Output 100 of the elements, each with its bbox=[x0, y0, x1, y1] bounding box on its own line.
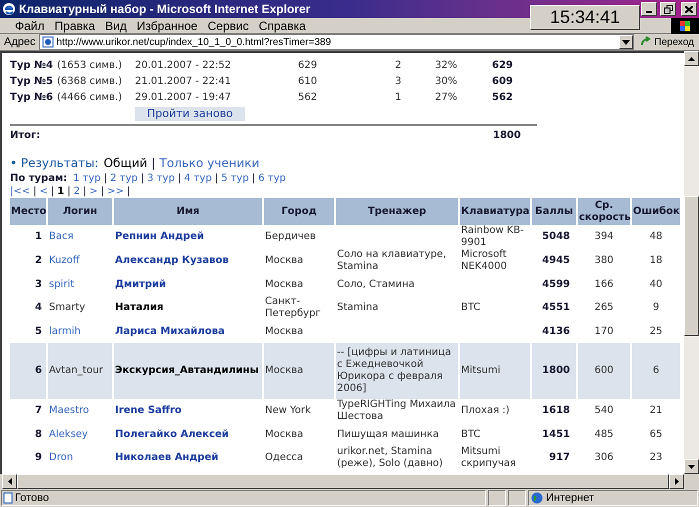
column-header[interactable]: Город bbox=[264, 198, 334, 225]
vertical-scrollbar[interactable] bbox=[684, 51, 699, 474]
table-cell: 23 bbox=[650, 452, 662, 463]
table-cell-text: 3 bbox=[395, 74, 402, 88]
table-cell: 5 bbox=[35, 326, 42, 336]
by-tour-label: По турам: bbox=[10, 172, 68, 186]
name-link[interactable]: Полегайко Алексей bbox=[115, 428, 229, 440]
table-cell: New York bbox=[265, 405, 311, 416]
separator: | bbox=[104, 172, 108, 186]
tour-chars: (4466 симв.) bbox=[56, 92, 122, 102]
tour-link[interactable]: 3 тур bbox=[147, 171, 175, 186]
table-cell: Mitsumi скрипучая bbox=[461, 446, 516, 469]
table-cell: BTC bbox=[461, 302, 480, 313]
dropdown-button[interactable] bbox=[619, 35, 634, 49]
tour-link[interactable]: 6 тур bbox=[258, 171, 286, 186]
column-header[interactable]: Место bbox=[10, 198, 46, 225]
table-cell: 4599 bbox=[542, 278, 570, 290]
menu-item[interactable]: Вид bbox=[100, 16, 132, 34]
results-heading: • Результаты: bbox=[10, 155, 99, 172]
retry-button[interactable]: Пройти заново bbox=[135, 106, 245, 120]
column-header[interactable]: Ср. скорость bbox=[578, 198, 630, 225]
menu-item[interactable]: Избранное bbox=[132, 16, 203, 34]
up-arrow-icon bbox=[688, 56, 695, 60]
table-cell: 600 bbox=[594, 365, 614, 376]
login-link[interactable]: larmih bbox=[49, 326, 81, 336]
table-cell-text: 32% bbox=[435, 58, 458, 72]
zone-text: Интернет bbox=[546, 490, 594, 506]
table-cell: 540 bbox=[594, 405, 614, 416]
column-header[interactable]: Тренажер bbox=[336, 198, 458, 225]
table-cell: 25 bbox=[650, 326, 662, 336]
column-header[interactable]: Имя bbox=[114, 198, 262, 225]
table-cell: 485 bbox=[594, 428, 614, 440]
column-header[interactable]: Баллы bbox=[532, 198, 576, 225]
name-link[interactable]: Николаев Андрей bbox=[115, 452, 218, 463]
table-cell-text: 1 bbox=[395, 90, 402, 104]
pager-link[interactable]: 1 bbox=[57, 184, 64, 199]
name-link[interactable]: Лариса Михайлова bbox=[115, 326, 225, 336]
table-cell: 1800 bbox=[542, 365, 570, 376]
filter-link[interactable]: Только ученики bbox=[159, 154, 260, 172]
down-arrow-icon bbox=[688, 464, 695, 468]
pager-link[interactable]: < bbox=[40, 184, 48, 199]
table-cell: 394 bbox=[594, 231, 614, 242]
column-header[interactable]: Ошибок bbox=[632, 198, 680, 225]
table-cell: 9 bbox=[652, 302, 660, 313]
menu-item[interactable]: Справка bbox=[254, 16, 311, 34]
table-cell: 7 bbox=[35, 405, 42, 416]
login-link[interactable]: Maestro bbox=[49, 405, 90, 416]
table-cell: 4 bbox=[35, 302, 42, 313]
name-link[interactable]: Александр Кузавов bbox=[115, 255, 229, 266]
scroll-up-button[interactable] bbox=[684, 51, 699, 66]
tour-link[interactable]: 4 тур bbox=[184, 171, 212, 186]
go-button[interactable]: Переход bbox=[637, 34, 697, 50]
filter-link[interactable]: Общий bbox=[104, 154, 148, 172]
scroll-left-button[interactable] bbox=[2, 474, 17, 489]
name-link[interactable]: Irene Saffro bbox=[115, 405, 182, 416]
table-cell: 65 bbox=[650, 428, 662, 440]
status-panel bbox=[488, 490, 506, 506]
pager-link[interactable]: > bbox=[89, 184, 98, 199]
scroll-thumb[interactable] bbox=[684, 196, 699, 336]
login-link[interactable]: Aleksey bbox=[49, 428, 88, 440]
name-link[interactable]: Репнин Андрей bbox=[115, 231, 204, 242]
right-arrow-icon bbox=[674, 478, 678, 485]
name-link[interactable]: Дмитрий bbox=[115, 278, 166, 290]
tour-link[interactable]: 1 тур bbox=[73, 171, 101, 186]
menu-item[interactable]: Файл bbox=[10, 16, 50, 34]
login-link[interactable]: Avtan_tour bbox=[49, 365, 104, 376]
tour-link[interactable]: 2 тур bbox=[110, 171, 138, 186]
address-label: Адрес bbox=[4, 34, 36, 50]
address-field[interactable]: http://www.urikor.net/cup/index_10_1_0_0.html?resTimer=389 bbox=[38, 34, 634, 50]
page-icon bbox=[42, 36, 54, 48]
restore-button[interactable] bbox=[660, 2, 676, 16]
menu-item[interactable]: Правка bbox=[50, 16, 100, 34]
separator: | bbox=[33, 185, 37, 199]
window-title: Клавиатурный набор - Microsoft Internet Explorer bbox=[19, 1, 310, 18]
left-arrow-icon bbox=[8, 478, 12, 485]
tour-name: Тур №6 bbox=[10, 92, 53, 102]
login-link[interactable]: spirit bbox=[49, 278, 74, 290]
login-link[interactable]: Smarty bbox=[49, 302, 86, 313]
table-cell: Москва bbox=[265, 365, 304, 376]
table-cell: 40 bbox=[650, 278, 662, 290]
tour-link[interactable]: 5 тур bbox=[221, 171, 249, 186]
table-cell: 4136 bbox=[542, 326, 570, 336]
pager-link[interactable]: |<< bbox=[10, 184, 30, 199]
menu-item[interactable]: Сервис bbox=[202, 16, 254, 34]
arrow-icon bbox=[640, 36, 652, 48]
globe-icon bbox=[531, 492, 543, 504]
table-cell: 18 bbox=[650, 255, 662, 266]
scroll-down-button[interactable] bbox=[684, 459, 699, 474]
login-link[interactable]: Вася bbox=[49, 231, 74, 242]
minimize-button[interactable] bbox=[641, 2, 657, 16]
pager-link[interactable]: 2 bbox=[74, 184, 80, 199]
column-header[interactable]: Клавиатура bbox=[460, 198, 530, 225]
table-cell: 265 bbox=[594, 302, 614, 313]
pager-link[interactable]: >> bbox=[107, 184, 124, 199]
column-header[interactable]: Логин bbox=[48, 198, 112, 225]
scroll-right-button[interactable] bbox=[669, 474, 684, 489]
login-link[interactable]: Dron bbox=[49, 452, 74, 463]
total-label: Итог: bbox=[10, 128, 42, 142]
close-button[interactable] bbox=[681, 2, 697, 16]
login-link[interactable]: Kuzoff bbox=[49, 255, 80, 266]
